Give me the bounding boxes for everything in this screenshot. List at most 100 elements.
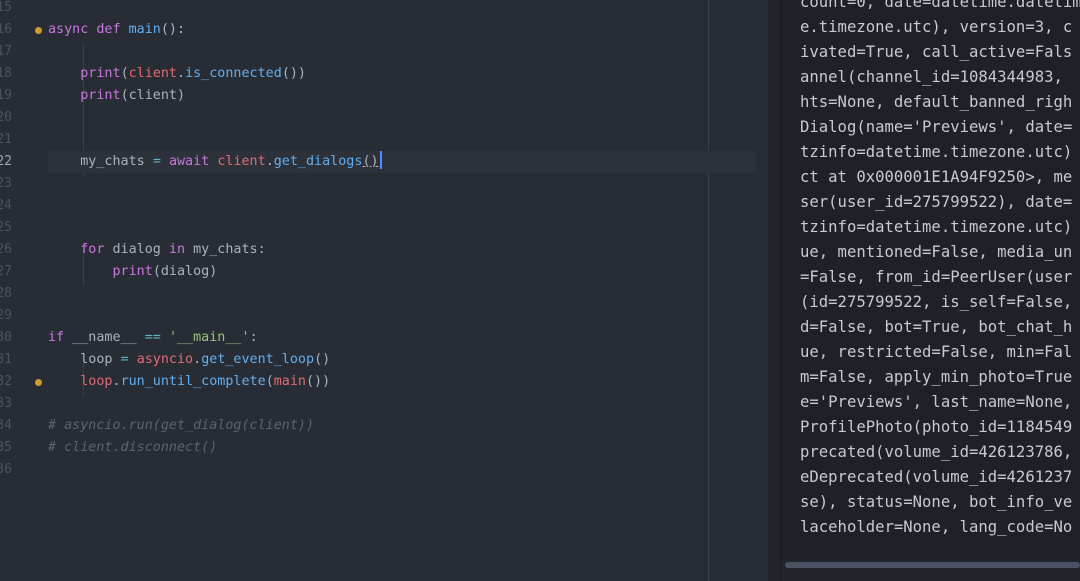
run-output-panel[interactable]: count=0, date=datetime.datetim e.timezone… [768,0,1080,581]
code-text: my_chats = await client.get_dialogs() [48,151,382,173]
code-token: (client) [120,88,186,103]
output-line: ue, restricted=False, min=Fal [800,343,1073,361]
code-line[interactable]: 33 [0,393,768,415]
code-token: get_event_loop [201,352,315,367]
code-line[interactable]: 16 async def main(): [0,19,768,41]
code-token: == [144,330,161,345]
code-token: () [314,352,331,367]
code-line[interactable]: 35 # client.disconnect() [0,437,768,459]
code-token: main [273,374,306,389]
code-text: # client.disconnect() [48,437,217,459]
line-number: 20 [0,110,12,125]
code-token: get_dialogs [273,154,363,169]
code-token: main [128,22,161,37]
output-line: laceholder=None, lang_code=No [800,518,1073,536]
code-text: # asyncio.run(get_dialog(client)) [48,415,314,437]
output-line: ProfilePhoto(photo_id=1184549 [800,418,1073,436]
code-token: : [249,330,258,345]
code-token: await [168,154,210,169]
output-line: tzinfo=datetime.timezone.utc) [800,218,1073,236]
code-token: . [193,352,202,367]
bookmark-dot-icon[interactable] [35,379,42,386]
code-line[interactable]: 26 for dialog in my_chats: [0,239,768,261]
code-line[interactable]: 19 print(client) [0,85,768,107]
output-line: se), status=None, bot_info_ve [800,493,1073,511]
horizontal-scrollbar[interactable] [785,562,1080,568]
code-token: . [177,66,186,81]
line-number: 23 [0,176,12,191]
code-token: . [265,154,274,169]
text-cursor [379,151,382,169]
line-number: 29 [0,308,12,323]
line-number: 25 [0,220,12,235]
code-token: client [217,154,266,169]
code-line[interactable]: 36 [0,459,768,481]
code-text: loop.run_until_complete(main()) [48,371,330,393]
code-line[interactable]: 18 print(client.is_connected()) [0,63,768,85]
output-line: (id=275799522, is_self=False, [800,293,1073,311]
code-token: . [112,374,121,389]
code-text: loop = asyncio.get_event_loop() [48,349,330,371]
code-token: (): [160,22,186,37]
code-line[interactable]: 25 [0,217,768,239]
output-line: e.timezone.utc), version=3, c [800,18,1073,36]
code-token: __name__ [64,330,145,345]
code-line[interactable]: 17 [0,41,768,63]
code-token: asyncio [136,352,194,367]
output-line: tzinfo=datetime.timezone.utc) [800,143,1073,161]
code-token: run_until_complete [120,374,266,389]
code-editor[interactable]: 15 16 async def main(): 17 18 print(client.i… [0,0,768,581]
code-text: print(client.is_connected()) [48,63,306,85]
code-token: my_chats [48,154,153,169]
code-token: ( [120,66,129,81]
code-token: ( [265,374,274,389]
line-number: 15 [0,0,12,15]
code-token: = [152,154,161,169]
line-number: 17 [0,44,12,59]
code-line[interactable]: 27 print(dialog) [0,261,768,283]
code-line[interactable]: 21 [0,129,768,151]
line-number: 31 [0,352,12,367]
code-token: async def [48,22,129,37]
code-line[interactable]: 30 if __name__ == '__main__': [0,327,768,349]
code-line[interactable]: 32 loop.run_until_complete(main()) [0,371,768,393]
code-line[interactable]: 24 [0,195,768,217]
line-number: 32 [0,374,12,389]
output-line: =False, from_id=PeerUser(user [800,268,1073,286]
output-line: Dialog(name='Previews', date= [800,118,1073,136]
code-token: for [80,242,105,257]
code-line[interactable]: 31 loop = asyncio.get_event_loop() [0,349,768,371]
code-line[interactable]: 34 # asyncio.run(get_dialog(client)) [0,415,768,437]
code-line[interactable]: 22 my_chats = await client.get_dialogs() [0,151,768,173]
code-token: # asyncio.run(get_dialog(client)) [48,418,315,433]
code-token: dialog [104,242,169,257]
code-token: in [168,242,186,257]
code-line[interactable]: 23 [0,173,768,195]
code-line[interactable]: 29 [0,305,768,327]
code-token: loop [48,352,121,367]
code-token: my_chats: [185,242,266,257]
line-number: 28 [0,286,12,301]
output-line: eDeprecated(volume_id=4261237 [800,468,1073,486]
code-text: async def main(): [48,19,185,41]
output-line: ue, mentioned=False, media_un [800,243,1073,261]
code-line[interactable]: 20 [0,107,768,129]
output-line: d=False, bot=True, bot_chat_h [800,318,1073,336]
code-token: print [80,88,121,103]
code-line[interactable]: 28 [0,283,768,305]
code-token: is_connected [185,66,282,81]
code-line[interactable]: 15 [0,0,768,19]
bookmark-dot-icon[interactable] [35,27,42,34]
line-number: 33 [0,396,12,411]
code-text: print(dialog) [48,261,218,283]
output-line: hts=None, default_banned_righ [800,93,1073,111]
code-text: print(client) [48,85,185,107]
line-number: 19 [0,88,12,103]
line-number: 26 [0,242,12,257]
